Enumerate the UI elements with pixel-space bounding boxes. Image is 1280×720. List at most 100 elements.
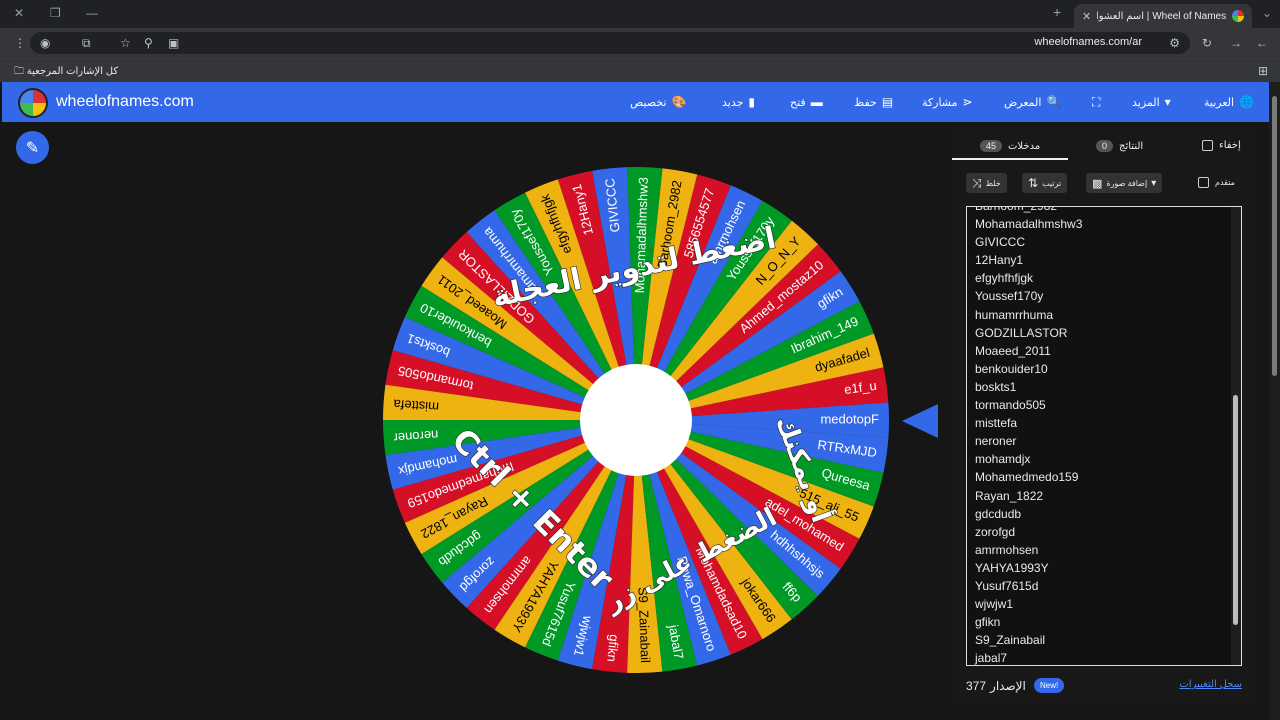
menu-share[interactable]: ⋖ مشاركة	[922, 95, 973, 109]
menu-share-label: مشاركة	[922, 96, 958, 109]
shuffle-label: خلط	[985, 178, 1001, 188]
all-bookmarks-item[interactable]: كل الإشارات المرجعية 🗀	[14, 64, 118, 81]
page-scrollbar-thumb[interactable]	[1272, 96, 1277, 376]
advanced-checkbox[interactable]	[1198, 177, 1209, 188]
save-icon: ▤	[881, 95, 894, 109]
fullscreen-button[interactable]: ⛶	[1092, 95, 1100, 110]
menu-open-label: فتح	[790, 96, 806, 109]
entries-list[interactable]: Barhoom_2982 Mohamadalhmshw3 GIVICCC 12Hany…	[967, 207, 1241, 665]
entry-line[interactable]: Youssef170y	[975, 287, 1233, 305]
entry-line[interactable]: misttefa	[975, 414, 1233, 432]
tab-results-label: النتائج	[1119, 140, 1144, 152]
tab-title: Wheel of Names | اسم العشوائي	[1097, 10, 1227, 22]
translate-icon[interactable]: ▣	[168, 36, 179, 50]
extensions-icon[interactable]: ⧉	[82, 36, 91, 50]
shuffle-button[interactable]: خلط ⤨	[966, 173, 1007, 193]
wheel-pointer-icon	[902, 404, 938, 438]
tab-close-icon[interactable]: ✕	[1082, 10, 1091, 23]
entry-line[interactable]: Rayan_1822	[975, 487, 1233, 505]
entry-line[interactable]: mohamdjx	[975, 450, 1233, 468]
tab-results[interactable]: النتائج 0	[1096, 140, 1143, 152]
entry-line[interactable]: tormando505	[975, 396, 1233, 414]
menu-more-label: المزيد	[1132, 96, 1160, 109]
wheel-segment-label: neroner	[392, 427, 438, 445]
entry-line[interactable]: Moaeed_2011	[975, 342, 1233, 360]
menu-new-label: جديد	[722, 96, 744, 109]
all-bookmarks-label: كل الإشارات المرجعية	[26, 66, 119, 77]
entry-line[interactable]: Yusuf7615d	[975, 577, 1233, 595]
entry-line[interactable]: boskts1	[975, 378, 1233, 396]
menu-gallery[interactable]: 🔍 المعرض	[1004, 95, 1061, 109]
wheel-hub[interactable]	[580, 364, 692, 476]
entry-line[interactable]: neroner	[975, 432, 1233, 450]
hide-toggle[interactable]: إخفاء	[1202, 140, 1241, 151]
entry-line[interactable]: GIVICCC	[975, 233, 1233, 251]
hide-checkbox[interactable]	[1202, 140, 1213, 151]
app-header: wheelofnames.com 🌐 العربية ▾ المزيد ⛶ 🔍 …	[2, 82, 1269, 122]
sort-button[interactable]: ترتيب ⇅	[1022, 173, 1068, 193]
share-icon: ⋖	[962, 95, 973, 109]
entry-line[interactable]: humamrrhuma	[975, 306, 1233, 324]
entry-line[interactable]: gfikn	[975, 613, 1233, 631]
entry-line[interactable]: wjwjw1	[975, 595, 1233, 613]
site-settings-icon[interactable]: ⚙	[1169, 36, 1180, 50]
browser-tab[interactable]: Wheel of Names | اسم العشوائي ✕	[1074, 4, 1252, 28]
wheel-logo-icon[interactable]	[18, 88, 48, 118]
menu-kebab-icon[interactable]: ⋮	[14, 36, 26, 50]
menu-new[interactable]: ▮ جديد	[722, 95, 755, 109]
profile-icon[interactable]: ◉	[40, 36, 50, 50]
fullscreen-icon: ⛶	[1092, 95, 1101, 109]
entries-panel: مدخلات 45 النتائج 0 إخفاء خلط ⤨ ترتيب ⇅ …	[952, 128, 1258, 706]
zoom-icon[interactable]: ⚲	[144, 36, 153, 50]
entries-scrollbar[interactable]	[1231, 207, 1241, 665]
url-text[interactable]: wheelofnames.com/ar	[1034, 36, 1142, 48]
advanced-label: متقدم	[1215, 178, 1235, 187]
new-tab-icon[interactable]: +	[1053, 4, 1061, 20]
reload-icon[interactable]: ↻	[1202, 36, 1212, 50]
page-scrollbar[interactable]	[1269, 82, 1280, 720]
changelog-link[interactable]: سجل التغييرات	[1179, 679, 1242, 690]
menu-open[interactable]: ▬ فتح	[790, 95, 823, 109]
menu-customize-label: تخصيص	[630, 96, 667, 109]
back-icon[interactable]: ←	[1256, 36, 1268, 50]
add-image-button[interactable]: ▾ إضافة صورة ▩	[1086, 173, 1163, 193]
entry-line[interactable]: gdcdudb	[975, 505, 1233, 523]
entry-line[interactable]: benkouider10	[975, 360, 1233, 378]
menu-gallery-label: المعرض	[1004, 96, 1042, 109]
entry-line[interactable]: amrmohsen	[975, 541, 1233, 559]
advanced-toggle[interactable]: متقدم	[1198, 177, 1235, 188]
entry-line[interactable]: Mohamedmedo159	[975, 468, 1233, 486]
wheel-container[interactable]: medotopF e1f_u dyaafadel Ibrahim_149 gfikn Ah…	[355, 166, 917, 678]
entry-line[interactable]: Mohamadalhmshw3	[975, 215, 1233, 233]
entries-count-badge: 45	[980, 140, 1003, 152]
entry-line[interactable]: GODZILLASTOR	[975, 324, 1233, 342]
menu-save[interactable]: ▤ حفظ	[854, 95, 893, 109]
menu-customize[interactable]: 🎨 تخصيص	[630, 95, 686, 109]
new-badge[interactable]: New!	[1034, 678, 1065, 693]
menu-save-label: حفظ	[854, 96, 877, 109]
close-window-icon[interactable]: ✕	[14, 6, 24, 20]
sort-icon: ⇅	[1028, 176, 1039, 190]
entry-line[interactable]: efgyhfhfjgk	[975, 269, 1233, 287]
tab-search-icon[interactable]: ⌄	[1262, 6, 1272, 20]
apps-grid-icon[interactable]: ⊞	[1258, 64, 1268, 78]
entry-line[interactable]: S9_Zainabail	[975, 631, 1233, 649]
entries-scrollbar-thumb[interactable]	[1233, 395, 1238, 625]
edit-pencil-button[interactable]: ✎	[16, 131, 49, 164]
entry-line[interactable]: zorofgd	[975, 523, 1233, 541]
entry-line[interactable]: Barhoom_2982	[975, 207, 1233, 215]
entries-textarea[interactable]: Barhoom_2982 Mohamadalhmshw3 GIVICCC 12Hany…	[966, 206, 1242, 666]
forward-icon[interactable]: →	[1230, 36, 1242, 50]
omnibox[interactable]: ◉ ⧉ ☆ ⚲ ▣ wheelofnames.com/ar ⚙	[30, 32, 1190, 54]
spin-wheel[interactable]: medotopFe1f_udyaafadelIbrahim_149gfiknAh…	[355, 166, 917, 674]
restore-window-icon[interactable]: ❐	[50, 6, 61, 20]
brand-title[interactable]: wheelofnames.com	[56, 93, 194, 111]
menu-more[interactable]: ▾ المزيد	[1132, 95, 1171, 109]
menu-language[interactable]: 🌐 العربية	[1204, 95, 1254, 109]
entry-line[interactable]: jabal7	[975, 649, 1233, 665]
tab-entries[interactable]: مدخلات 45	[980, 140, 1040, 152]
minimize-window-icon[interactable]: —	[86, 6, 98, 20]
bookmark-star-icon[interactable]: ☆	[120, 36, 131, 50]
entry-line[interactable]: YAHYA1993Y	[975, 559, 1233, 577]
entry-line[interactable]: 12Hany1	[975, 251, 1233, 269]
